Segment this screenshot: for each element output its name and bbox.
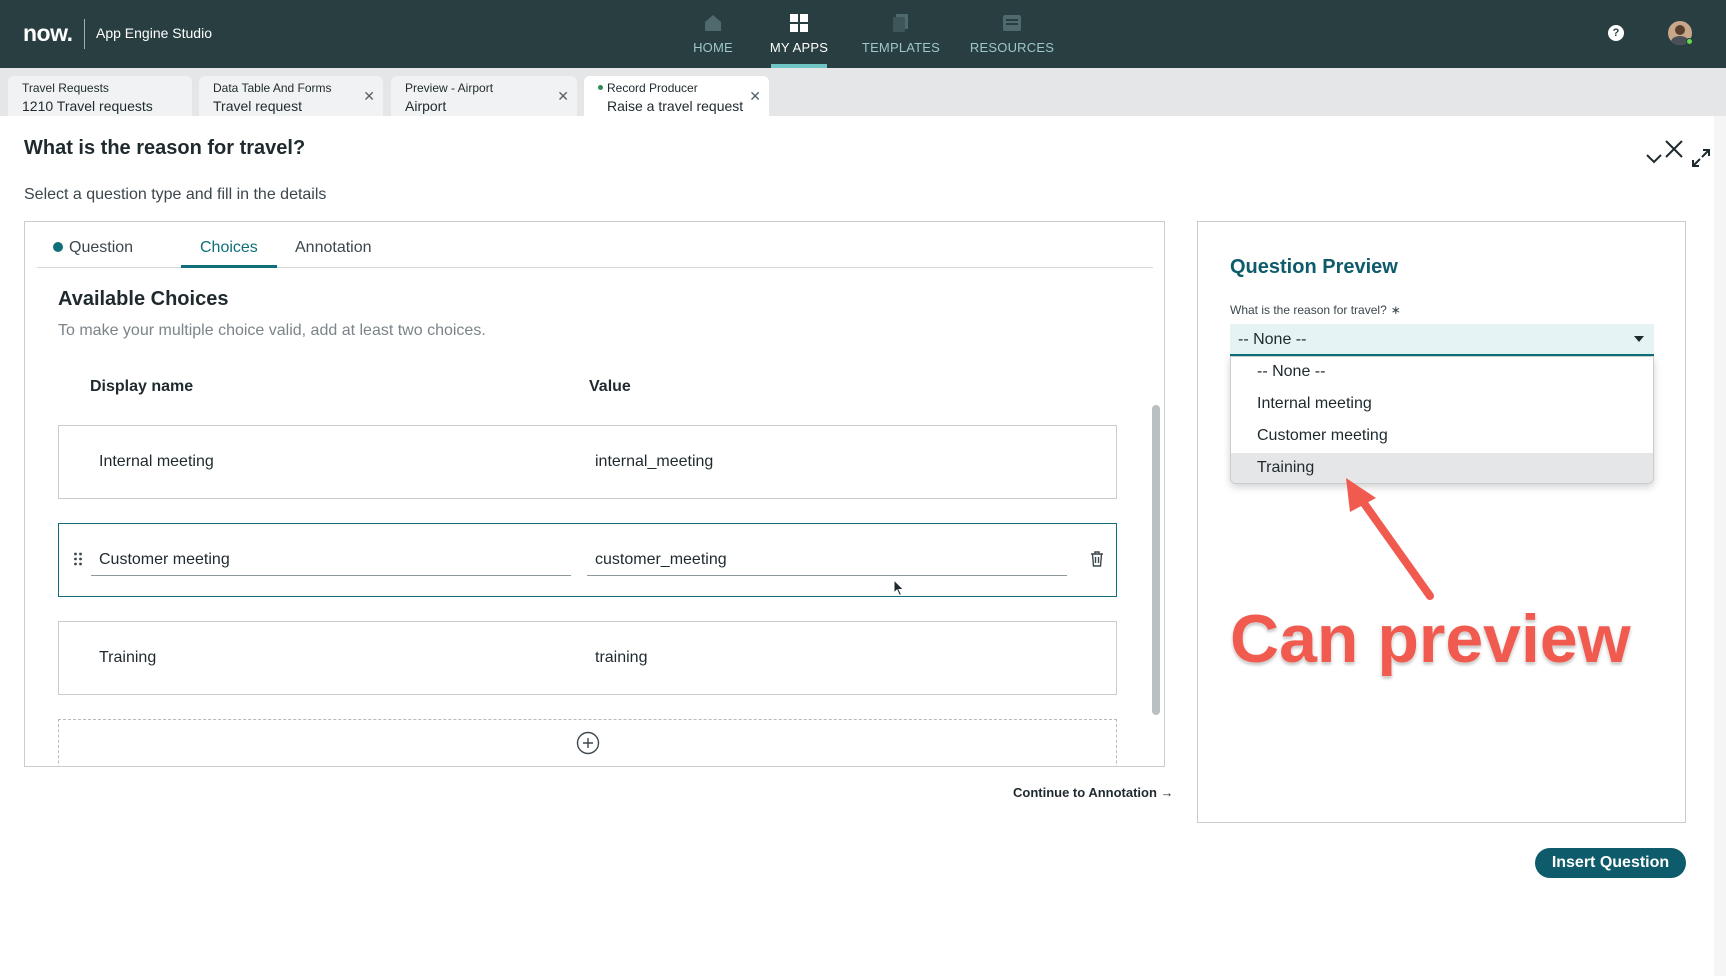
choice-display-name: Training (99, 649, 157, 666)
insert-question-button[interactable]: Insert Question (1535, 848, 1686, 878)
preview-dropdown-list: -- None -- Internal meeting Customer mee… (1230, 356, 1654, 484)
unsaved-dot (598, 85, 603, 90)
home-icon (705, 15, 721, 31)
file-tab-subtitle: 1210 Travel requests (22, 98, 153, 114)
top-nav-bar: now. App Engine Studio HOME MY APPS TEMP… (0, 0, 1726, 68)
file-tab-strip: Travel Requests 1210 Travel requests Dat… (0, 68, 1726, 167)
input-underline (587, 575, 1067, 576)
trash-icon[interactable] (1089, 550, 1105, 568)
file-tab-title: Preview - Airport (405, 81, 494, 95)
required-icon: ∗ (1390, 303, 1401, 317)
nav-templates[interactable]: TEMPLATES (853, 12, 949, 68)
nav-resources-label: RESOURCES (969, 40, 1055, 55)
grid-icon (790, 14, 808, 32)
available-choices-heading: Available Choices (58, 288, 229, 310)
close-tab-icon[interactable]: ✕ (557, 88, 569, 105)
choice-value-input[interactable]: customer_meeting (595, 551, 727, 569)
dropdown-option[interactable]: -- None -- (1231, 357, 1653, 389)
input-underline (91, 575, 571, 576)
file-tab-travel-requests[interactable]: Travel Requests 1210 Travel requests (8, 76, 192, 116)
file-tab-title: Data Table And Forms (213, 81, 332, 95)
drag-handle-icon[interactable] (73, 550, 83, 568)
close-icon[interactable] (1662, 137, 1686, 161)
online-status-dot (1686, 38, 1693, 45)
choice-value: training (595, 649, 648, 666)
add-choice-area[interactable] (58, 719, 1117, 766)
page-scroll-track (1714, 116, 1726, 976)
close-tab-icon[interactable]: ✕ (749, 88, 761, 105)
annotation-text: Can preview (1230, 601, 1631, 677)
column-header-value: Value (589, 378, 631, 395)
choice-row[interactable]: Internal meeting internal_meeting (58, 425, 1117, 499)
nav-templates-label: TEMPLATES (861, 40, 941, 55)
templates-icon (893, 14, 908, 32)
choice-row[interactable]: Training training (58, 621, 1117, 695)
logo-divider (84, 19, 85, 49)
tab-question[interactable]: Question (53, 239, 133, 257)
app-name: App Engine Studio (96, 25, 212, 41)
question-tabs: Question Choices Annotation (37, 222, 1153, 268)
dialog-subtitle: Select a question type and fill in the d… (24, 186, 327, 203)
choice-value: internal_meeting (595, 453, 714, 470)
active-tab-indicator (181, 265, 277, 268)
preview-field-label-text: What is the reason for travel? (1230, 303, 1387, 317)
choice-row-editing[interactable]: Customer meeting customer_meeting (58, 523, 1117, 597)
expand-icon[interactable] (1691, 148, 1711, 168)
file-tab-data-table-forms[interactable]: Data Table And Forms Travel request ✕ (199, 76, 383, 116)
add-circle-icon[interactable] (576, 731, 600, 755)
choice-display-name-input[interactable]: Customer meeting (99, 551, 230, 569)
help-icon[interactable]: ? (1608, 25, 1624, 41)
annotation-arrow-icon (1346, 478, 1434, 600)
file-tab-subtitle: Travel request (213, 98, 302, 114)
file-tab-title-text: Record Producer (607, 81, 698, 95)
tab-choices[interactable]: Choices (200, 239, 258, 257)
dialog-title: What is the reason for travel? (24, 137, 306, 159)
dropdown-option[interactable]: Internal meeting (1231, 389, 1653, 421)
scrollbar[interactable] (1152, 405, 1160, 715)
nav-home-label: HOME (693, 40, 733, 55)
file-tab-subtitle: Raise a travel request (607, 98, 744, 114)
file-tab-record-producer[interactable]: Record Producer Raise a travel request ✕ (584, 76, 769, 116)
column-header-display-name: Display name (90, 378, 194, 395)
nav-my-apps[interactable]: MY APPS (751, 12, 847, 68)
close-tab-icon[interactable]: ✕ (363, 88, 375, 105)
available-choices-hint: To make your multiple choice valid, add … (58, 322, 486, 339)
status-dot (53, 242, 63, 252)
servicenow-logo[interactable]: now. (23, 20, 73, 47)
nav-resources[interactable]: RESOURCES (964, 12, 1060, 68)
file-tab-subtitle: Airport (405, 98, 447, 114)
file-tab-title: Record Producer (598, 81, 755, 95)
resources-icon (1003, 15, 1021, 31)
continue-to-annotation-link[interactable]: Continue to Annotation → (1013, 785, 1174, 800)
tab-question-label: Question (69, 239, 134, 256)
file-tab-preview-airport[interactable]: Preview - Airport Airport ✕ (391, 76, 577, 116)
question-preview-title: Question Preview (1230, 256, 1398, 278)
question-preview-panel: Question Preview What is the reason for … (1197, 221, 1686, 823)
chevron-down-icon[interactable] (1644, 148, 1664, 168)
nav-my-apps-label: MY APPS (769, 40, 829, 55)
caret-down-icon (1634, 336, 1644, 342)
choice-display-name: Internal meeting (99, 453, 214, 470)
dropdown-option[interactable]: Customer meeting (1231, 421, 1653, 453)
preview-field-label: What is the reason for travel? ∗ (1230, 303, 1401, 317)
tab-annotation[interactable]: Annotation (295, 239, 372, 257)
nav-home[interactable]: HOME (665, 12, 761, 68)
dropdown-option-hovered[interactable]: Training (1231, 453, 1653, 483)
preview-select[interactable]: -- None -- (1230, 324, 1654, 356)
question-editor-panel: Question Choices Annotation Available Ch… (24, 221, 1165, 767)
file-tab-title: Travel Requests (22, 81, 109, 95)
preview-select-value: -- None -- (1238, 331, 1307, 348)
mouse-cursor-icon (893, 579, 905, 597)
